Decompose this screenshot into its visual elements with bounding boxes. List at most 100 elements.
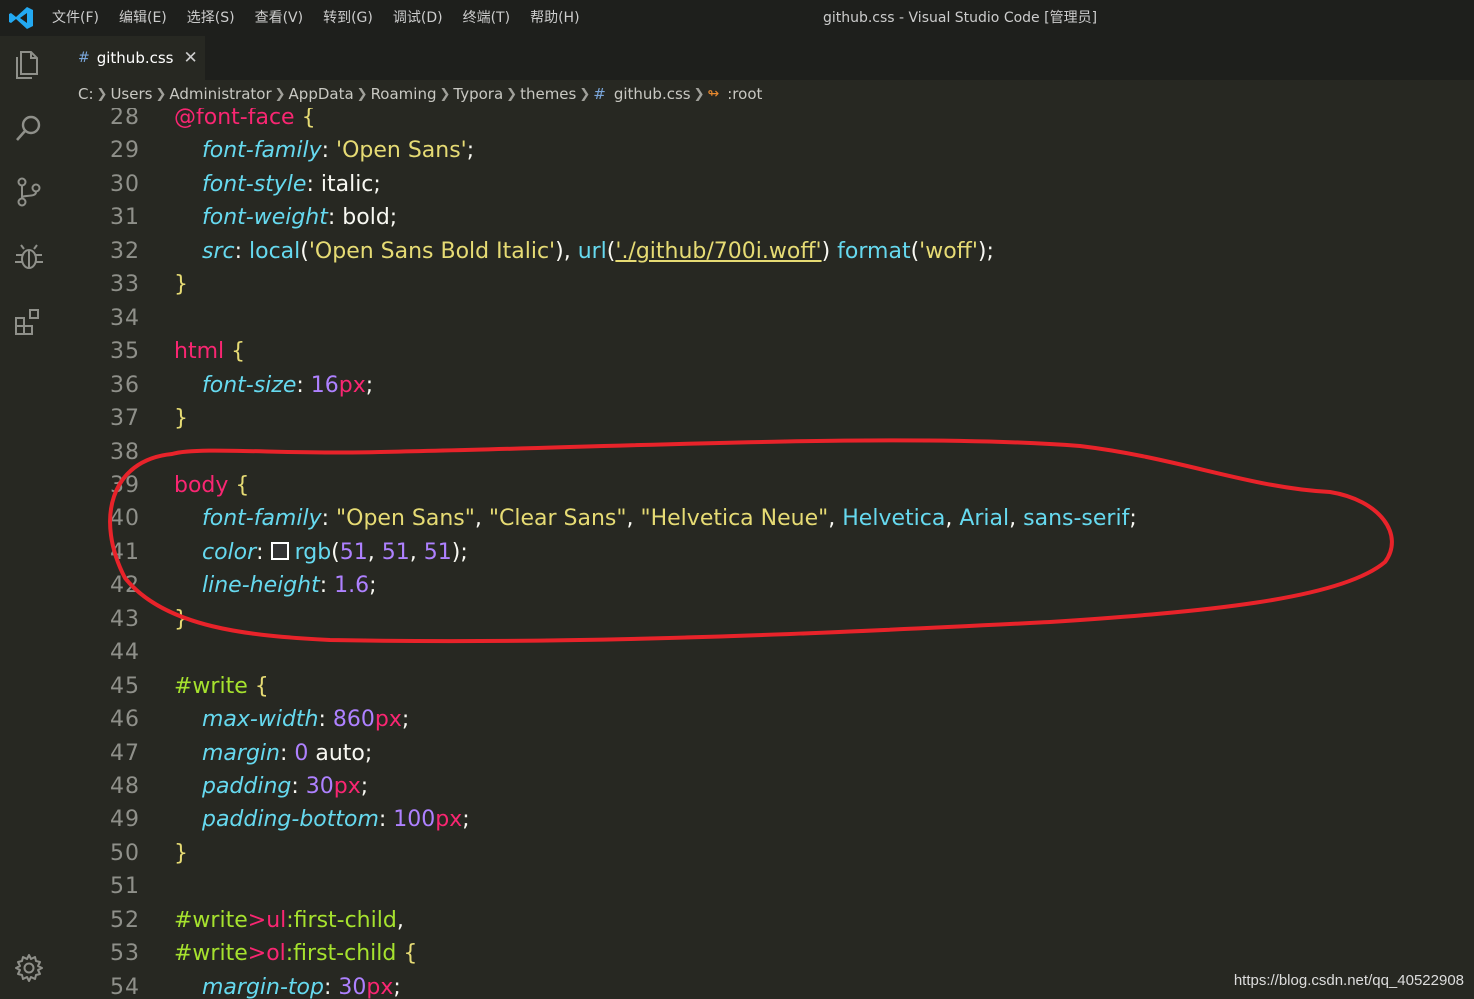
code-token: { — [301, 108, 316, 130]
code-token: max-width — [201, 707, 319, 733]
settings-gear-icon[interactable] — [11, 950, 47, 986]
chevron-right-icon: ❯ — [693, 86, 705, 102]
watermark: https://blog.csdn.net/qq_40522908 — [1233, 972, 1464, 989]
code-content: #write>ul:first-child, — [174, 904, 404, 938]
code-token: "Helvetica Neue" — [640, 506, 829, 532]
code-token: : — [318, 707, 333, 733]
code-token: './github/700i.woff' — [615, 238, 822, 264]
breadcrumb-file[interactable]: github.css — [614, 85, 691, 103]
search-icon[interactable] — [11, 110, 47, 146]
code-line[interactable]: 48 padding: 30px; — [58, 770, 1474, 804]
code-token: :first-child — [286, 907, 397, 933]
debug-icon[interactable] — [11, 240, 47, 276]
code-line[interactable]: 53 #write>ol:first-child { — [58, 937, 1474, 971]
code-token: ; — [364, 740, 373, 766]
breadcrumb-segment[interactable]: C: — [78, 85, 94, 103]
code-line[interactable]: 32 src: local('Open Sans Bold Italic'), … — [58, 235, 1474, 269]
menu-item[interactable]: 查看(V) — [245, 0, 314, 36]
code-line[interactable]: 41 color: rgb(51, 51, 51); — [58, 536, 1474, 570]
code-line[interactable]: 40 font-family: "Open Sans", "Clear Sans… — [58, 502, 1474, 536]
source-control-icon[interactable] — [11, 174, 47, 210]
css-file-icon: # — [78, 50, 90, 66]
code-line[interactable]: 51 — [58, 870, 1474, 904]
code-token: font-weight — [201, 205, 328, 231]
code-content: html { — [174, 335, 245, 369]
code-line[interactable]: 47 margin: 0 auto; — [58, 737, 1474, 771]
code-line[interactable]: 42 line-height: 1.6; — [58, 569, 1474, 603]
code-token: font-family — [201, 138, 322, 164]
code-editor[interactable]: 28 @font-face {29 font-family: 'Open Sans… — [58, 108, 1474, 999]
code-token: px — [366, 974, 394, 999]
code-token: ; — [360, 774, 369, 799]
breadcrumb-segment[interactable]: Roaming — [371, 85, 437, 103]
breadcrumb-segment[interactable]: themes — [520, 85, 576, 103]
line-number: 49 — [110, 807, 140, 833]
breadcrumb-segment[interactable]: Typora — [453, 85, 503, 103]
line-number: 51 — [110, 874, 140, 900]
menu-item[interactable]: 调试(D) — [383, 0, 453, 36]
menu-item[interactable]: 编辑(E) — [109, 0, 177, 36]
code-line[interactable]: 30 font-style: italic; — [58, 168, 1474, 202]
code-token: 860 — [332, 707, 375, 733]
line-number: 46 — [110, 707, 140, 733]
code-line[interactable]: 38 — [58, 436, 1474, 470]
code-line[interactable]: 52 #write>ul:first-child, — [58, 904, 1474, 938]
menu-item[interactable]: 转到(G) — [313, 0, 383, 36]
code-token: : — [256, 539, 271, 565]
symbol-icon: ↬ — [707, 86, 720, 102]
code-token: ; — [393, 974, 401, 999]
breadcrumb-segment[interactable]: AppData — [289, 85, 354, 103]
code-token: html — [174, 339, 225, 365]
code-line[interactable]: 49 padding-bottom: 100px; — [58, 803, 1474, 837]
code-line[interactable]: 50} — [58, 837, 1474, 871]
breadcrumb-symbol[interactable]: :root — [727, 85, 762, 103]
code-token: 0 — [294, 740, 309, 766]
code-line[interactable]: 35 html { — [58, 335, 1474, 369]
code-line[interactable]: 37} — [58, 402, 1474, 436]
code-content: font-size: 16px; — [174, 369, 373, 403]
close-icon[interactable]: ✕ — [184, 48, 198, 68]
code-line[interactable]: 46 max-width: 860px; — [58, 703, 1474, 737]
line-number: 53 — [110, 941, 140, 967]
breadcrumb-segment[interactable]: Users — [110, 85, 152, 103]
code-line[interactable]: 43} — [58, 603, 1474, 637]
line-number: 48 — [110, 774, 140, 799]
line-number: 36 — [110, 372, 140, 398]
breadcrumb-segment[interactable]: Administrator — [169, 85, 271, 103]
code-token: px — [333, 774, 361, 799]
code-token: : — [296, 372, 311, 398]
code-token: font-size — [201, 372, 297, 398]
code-line[interactable]: 28 @font-face { — [58, 108, 1474, 135]
code-content: margin: 0 auto; — [174, 737, 372, 771]
menu-item[interactable]: 文件(F) — [42, 0, 109, 36]
extensions-icon[interactable] — [11, 304, 47, 340]
code-line[interactable]: 33} — [58, 268, 1474, 302]
tab-github-css[interactable]: # github.css ✕ — [58, 36, 205, 80]
menu-item[interactable]: 选择(S) — [177, 0, 245, 36]
code-content: #write { — [174, 670, 269, 704]
code-line[interactable]: 44 — [58, 636, 1474, 670]
code-content: padding-bottom: 100px; — [174, 803, 470, 837]
code-line[interactable]: 36 font-size: 16px; — [58, 369, 1474, 403]
code-token: : — [291, 774, 306, 799]
menu-item[interactable]: 帮助(H) — [520, 0, 589, 36]
code-line[interactable]: 45 #write { — [58, 670, 1474, 704]
code-line[interactable]: 29 font-family: 'Open Sans'; — [58, 134, 1474, 168]
chevron-right-icon: ❯ — [96, 86, 108, 102]
code-line[interactable]: 31 font-weight: bold; — [58, 201, 1474, 235]
explorer-icon[interactable] — [11, 46, 47, 82]
menu-item[interactable]: 终端(T) — [453, 0, 520, 36]
color-swatch[interactable] — [270, 541, 289, 560]
code-line[interactable]: 39 body { — [58, 469, 1474, 503]
code-token: : — [234, 238, 249, 264]
code-line[interactable]: 34 — [58, 302, 1474, 336]
code-token: px — [435, 807, 463, 833]
code-content: max-width: 860px; — [174, 703, 409, 737]
code-token: } — [174, 606, 188, 632]
